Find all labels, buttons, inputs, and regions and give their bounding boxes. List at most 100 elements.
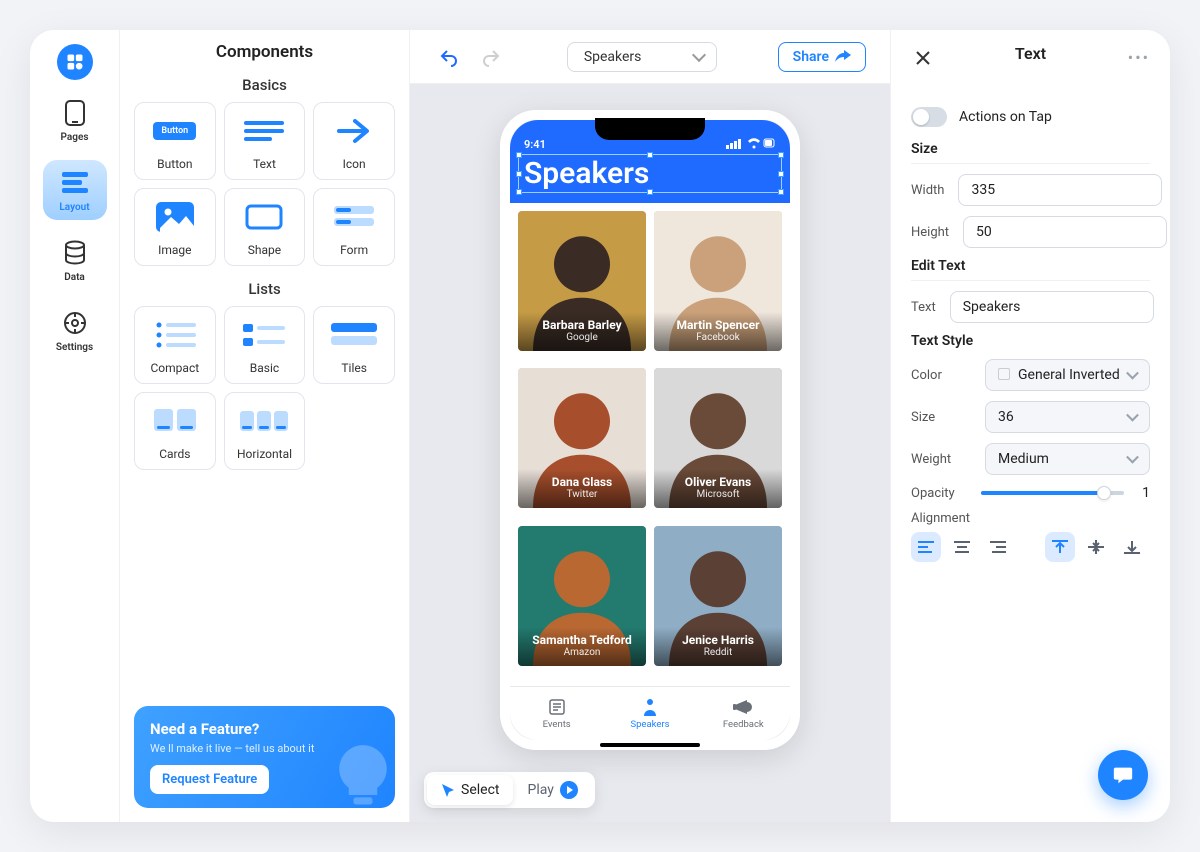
- component-list-compact[interactable]: Compact: [134, 306, 216, 384]
- title-selection[interactable]: Speakers: [524, 156, 776, 191]
- speaker-caption: Dana Glass Twitter: [518, 469, 646, 508]
- component-button[interactable]: Button Button: [134, 102, 216, 180]
- image-icon: [147, 197, 203, 237]
- play-icon: [560, 781, 578, 799]
- component-list-tiles[interactable]: Tiles: [313, 306, 395, 384]
- align-left-button[interactable]: [911, 532, 941, 562]
- speaker-tile[interactable]: Barbara Barley Google: [518, 211, 646, 351]
- undo-button[interactable]: [434, 42, 464, 72]
- weight-value: Medium: [998, 451, 1049, 467]
- layout-icon: [60, 168, 90, 198]
- tab-speakers[interactable]: Speakers: [603, 687, 696, 740]
- speaker-name: Oliver Evans: [658, 475, 778, 489]
- text-label: Text: [911, 300, 936, 315]
- speaker-caption: Oliver Evans Microsoft: [654, 469, 782, 508]
- select-mode-button[interactable]: Select: [427, 775, 513, 805]
- fontsize-select[interactable]: 36: [985, 401, 1150, 433]
- phone-preview: 9:41: [500, 110, 800, 750]
- edit-text-section: Edit Text Text: [911, 258, 1150, 323]
- height-field[interactable]: [963, 216, 1167, 248]
- align-bottom-button[interactable]: [1117, 532, 1147, 562]
- share-button[interactable]: Share: [778, 42, 866, 72]
- actions-on-tap-toggle[interactable]: [911, 107, 947, 127]
- speaker-tile[interactable]: Dana Glass Twitter: [518, 368, 646, 508]
- component-label: Button: [157, 157, 192, 171]
- chat-icon: [1112, 764, 1134, 786]
- size-section: Size Width Height: [911, 141, 1150, 248]
- phone-screen: 9:41: [510, 120, 790, 740]
- weight-select[interactable]: Medium: [985, 443, 1150, 475]
- redo-button[interactable]: [476, 42, 506, 72]
- speaker-tile[interactable]: Oliver Evans Microsoft: [654, 368, 782, 508]
- align-center-button[interactable]: [947, 532, 977, 562]
- component-shape[interactable]: Shape: [224, 188, 306, 266]
- component-list-cards[interactable]: Cards: [134, 392, 216, 470]
- speaker-tile[interactable]: Jenice Harris Reddit: [654, 526, 782, 666]
- speaker-tile[interactable]: Martin Spencer Facebook: [654, 211, 782, 351]
- play-mode-button[interactable]: Play: [513, 775, 591, 805]
- component-label: Basic: [250, 361, 279, 375]
- height-label: Height: [911, 225, 949, 240]
- tab-events[interactable]: Events: [510, 687, 603, 740]
- lists-grid: Compact Basic Tiles Cards Horizontal: [134, 306, 395, 470]
- page-select[interactable]: Speakers: [567, 42, 717, 72]
- align-right-button[interactable]: [983, 532, 1013, 562]
- component-list-horizontal[interactable]: Horizontal: [224, 392, 306, 470]
- component-label: Image: [158, 243, 191, 257]
- tab-feedback[interactable]: Feedback: [697, 687, 790, 740]
- speaker-name: Samantha Tedford: [522, 633, 642, 647]
- component-text[interactable]: Text: [224, 102, 306, 180]
- section-heading: Text Style: [911, 333, 1150, 349]
- component-label: Form: [340, 243, 368, 257]
- rail-label: Data: [64, 272, 85, 283]
- canvas-toolbar: Speakers Share: [410, 30, 890, 84]
- close-button[interactable]: [911, 46, 935, 70]
- rail-label: Settings: [56, 342, 93, 353]
- align-middle-button[interactable]: [1081, 532, 1111, 562]
- speaker-company: Reddit: [658, 647, 778, 658]
- opacity-slider[interactable]: [981, 491, 1124, 495]
- chat-fab[interactable]: [1098, 750, 1148, 800]
- text-field[interactable]: [950, 291, 1154, 323]
- component-list-basic[interactable]: Basic: [224, 306, 306, 384]
- list-cards-icon: [147, 401, 203, 441]
- component-form[interactable]: Form: [313, 188, 395, 266]
- speaker-company: Microsoft: [658, 489, 778, 500]
- gear-icon: [60, 308, 90, 338]
- request-feature-button[interactable]: Request Feature: [150, 765, 269, 794]
- rail-pages[interactable]: Pages: [43, 90, 107, 150]
- status-bar: 9:41: [524, 138, 776, 152]
- inspector-panel: Text ••• Actions on Tap Size Width Heigh…: [890, 30, 1170, 822]
- form-icon: [326, 197, 382, 237]
- more-button[interactable]: •••: [1128, 48, 1150, 67]
- width-field[interactable]: [958, 174, 1162, 206]
- phone-home-indicator: [600, 743, 700, 747]
- width-label: Width: [911, 183, 944, 198]
- speaker-company: Google: [522, 332, 642, 343]
- database-icon: [60, 238, 90, 268]
- app-logo[interactable]: [57, 44, 93, 80]
- feature-title: Need a Feature?: [150, 720, 379, 738]
- speaker-tile[interactable]: Samantha Tedford Amazon: [518, 526, 646, 666]
- section-heading: Edit Text: [911, 258, 1150, 281]
- component-icon[interactable]: Icon: [313, 102, 395, 180]
- preview-bottom-tabs: Events Speakers Feedback: [510, 686, 790, 740]
- component-label: Text: [253, 157, 276, 171]
- rail-layout[interactable]: Layout: [43, 160, 107, 220]
- speaker-caption: Barbara Barley Google: [518, 312, 646, 351]
- app-root: Pages Layout Data Settings Components Ba…: [30, 30, 1170, 822]
- rail-settings[interactable]: Settings: [43, 300, 107, 360]
- speaker-company: Amazon: [522, 647, 642, 658]
- tab-label: Speakers: [630, 719, 669, 730]
- align-top-button[interactable]: [1045, 532, 1075, 562]
- align-bottom-icon: [1124, 539, 1140, 555]
- left-rail: Pages Layout Data Settings: [30, 30, 120, 822]
- rail-data[interactable]: Data: [43, 230, 107, 290]
- canvas-stage[interactable]: 9:41: [410, 84, 890, 822]
- component-image[interactable]: Image: [134, 188, 216, 266]
- color-select[interactable]: General Inverted: [985, 359, 1150, 391]
- status-indicators-icon: [726, 138, 776, 152]
- canvas-area: Speakers Share 9:41: [410, 30, 890, 822]
- alignment-row: [911, 532, 1150, 562]
- list-tiles-icon: [326, 315, 382, 355]
